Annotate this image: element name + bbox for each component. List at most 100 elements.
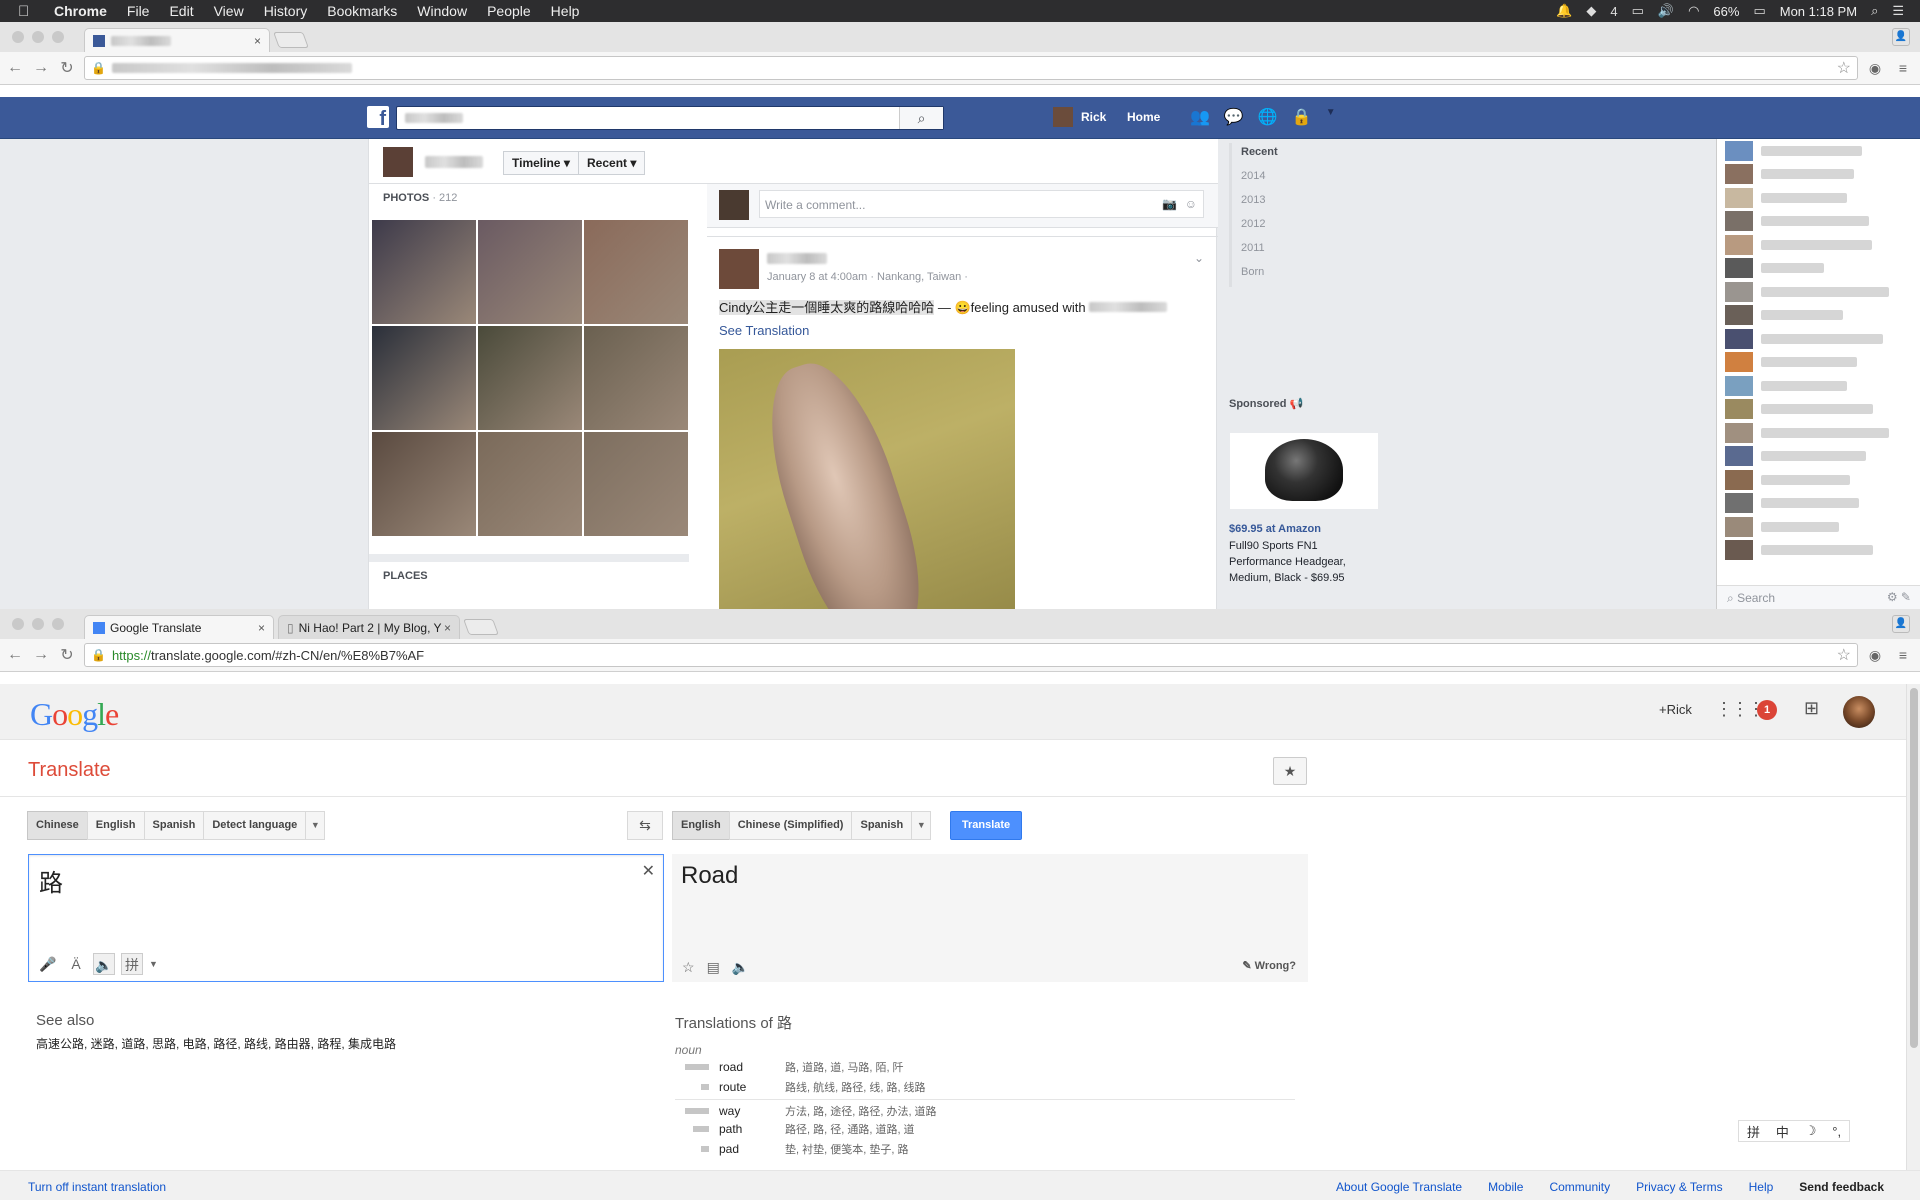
close-tab-icon[interactable]: ×	[444, 621, 451, 635]
close-window-button[interactable]	[12, 31, 24, 43]
translate-button[interactable]: Translate	[950, 811, 1022, 840]
chat-friend-row[interactable]	[1717, 163, 1920, 187]
share-plus-icon[interactable]: ⊞	[1804, 698, 1819, 719]
tab-facebook[interactable]: ×	[84, 28, 270, 52]
microphone-icon[interactable]: 🎤	[37, 953, 59, 975]
year-nav-item[interactable]: 2012	[1241, 215, 1278, 239]
ad-image[interactable]	[1229, 432, 1379, 510]
home-link[interactable]: Home	[1127, 110, 1160, 124]
photo-thumbnail[interactable]	[372, 432, 476, 536]
close-tab-icon[interactable]: ×	[254, 34, 261, 48]
phrasebook-icon[interactable]: ★	[1273, 757, 1307, 785]
chat-friend-row[interactable]	[1717, 351, 1920, 375]
reload-icon[interactable]: ↻	[56, 645, 78, 665]
chat-friend-row[interactable]	[1717, 374, 1920, 398]
chat-friend-row[interactable]	[1717, 445, 1920, 469]
facebook-search-input[interactable]: ⌕	[396, 106, 944, 130]
translation-synonyms[interactable]: 路线, 航线, 路径, 线, 路, 线路	[785, 1079, 926, 1095]
vertical-scrollbar[interactable]	[1906, 684, 1920, 1170]
chat-friend-row[interactable]	[1717, 257, 1920, 281]
bookmark-star-icon[interactable]: ☆	[1837, 645, 1851, 665]
post-meta[interactable]: January 8 at 4:00am · Nankang, Taiwan ·	[767, 271, 968, 283]
chat-friend-row[interactable]	[1717, 398, 1920, 422]
address-bar[interactable]: 🔒 https://translate.google.com/#zh-CN/en…	[84, 643, 1858, 667]
chat-friend-row[interactable]	[1717, 186, 1920, 210]
globe-notifications-icon[interactable]: 🌐	[1258, 107, 1278, 127]
footer-link-community[interactable]: Community	[1549, 1180, 1610, 1194]
wrong-feedback-button[interactable]: ✎ Wrong?	[1242, 959, 1296, 972]
footer-link-about[interactable]: About Google Translate	[1336, 1180, 1462, 1194]
ad-description[interactable]: Full90 Sports FN1 Performance Headgear, …	[1229, 538, 1359, 586]
translation-word[interactable]: road	[719, 1060, 785, 1074]
photo-thumbnail[interactable]	[372, 220, 476, 324]
extension-icon[interactable]: ◉	[1864, 60, 1886, 77]
profile-icon[interactable]: 👤	[1892, 28, 1910, 46]
translation-word[interactable]: path	[719, 1122, 785, 1136]
source-text-input[interactable]: 路 ✕ 🎤 Ä 🔈 拼 ▼	[28, 854, 664, 982]
source-text[interactable]: 路	[39, 863, 63, 898]
new-tab-button[interactable]	[273, 32, 309, 48]
emoji-icon[interactable]: ☺	[1185, 197, 1197, 211]
menu-window[interactable]: Window	[417, 3, 467, 19]
extension-icon[interactable]: ◉	[1864, 647, 1886, 664]
profile-icon[interactable]: 👤	[1892, 615, 1910, 633]
photo-thumbnail[interactable]	[372, 326, 476, 430]
source-lang-dropdown-chevron-icon[interactable]: ▼	[305, 811, 325, 840]
year-nav-item[interactable]: 2011	[1241, 239, 1278, 263]
camera-icon[interactable]: 📷	[1162, 197, 1177, 211]
photo-thumbnail[interactable]	[584, 432, 688, 536]
clear-source-icon[interactable]: ✕	[642, 861, 655, 881]
star-icon[interactable]: ☆	[682, 959, 695, 976]
timeline-dropdown-button[interactable]: Timeline ▾	[503, 151, 579, 175]
photo-thumbnail[interactable]	[478, 432, 582, 536]
year-nav-item[interactable]: Born	[1241, 263, 1278, 287]
photo-thumbnail[interactable]	[584, 326, 688, 430]
avatar[interactable]	[1843, 696, 1875, 728]
translation-word[interactable]: way	[719, 1104, 785, 1118]
messages-icon[interactable]: 💬	[1224, 107, 1244, 127]
header-profile-link[interactable]: Rick	[1053, 107, 1106, 127]
dropbox-icon[interactable]: ◆	[1586, 3, 1596, 19]
source-lang-english[interactable]: English	[87, 811, 145, 840]
tab-blog[interactable]: ▯ Ni Hao! Part 2 | My Blog, Y ×	[278, 615, 460, 639]
swap-languages-icon[interactable]: ⇆	[627, 811, 663, 840]
facebook-logo[interactable]: f	[367, 106, 389, 128]
source-lang-chinese[interactable]: Chinese	[27, 811, 88, 840]
comment-input[interactable]: Write a comment... 📷 ☺	[759, 190, 1204, 218]
chat-friend-row[interactable]	[1717, 468, 1920, 492]
post-options-chevron-icon[interactable]: ⌄	[1194, 251, 1204, 265]
chrome-menu-icon[interactable]: ≡	[1892, 60, 1914, 76]
see-also-list[interactable]: 高速公路, 迷路, 道路, 思路, 电路, 路径, 路线, 路由器, 路程, 集…	[36, 1035, 396, 1052]
source-lang-detect[interactable]: Detect language	[203, 811, 306, 840]
back-arrow-icon[interactable]: ←	[4, 646, 26, 664]
chat-friend-row[interactable]	[1717, 327, 1920, 351]
redacted-tagged-friend[interactable]	[1089, 302, 1167, 312]
footer-link-privacy[interactable]: Privacy & Terms	[1636, 1180, 1722, 1194]
zoom-window-button[interactable]	[52, 31, 64, 43]
photo-thumbnail[interactable]	[584, 220, 688, 324]
apps-grid-icon[interactable]: ⋮⋮⋮	[1715, 699, 1763, 720]
ime-toolbar-item[interactable]: ☽	[1805, 1123, 1817, 1139]
minimize-window-button[interactable]	[32, 31, 44, 43]
battery-icon[interactable]: ▭	[1753, 3, 1765, 19]
tab-google-translate[interactable]: Google Translate ×	[84, 615, 274, 639]
chat-friend-row[interactable]	[1717, 421, 1920, 445]
menu-bookmarks[interactable]: Bookmarks	[327, 3, 397, 19]
places-title[interactable]: PLACES	[369, 562, 689, 590]
recent-dropdown-button[interactable]: Recent ▾	[578, 151, 645, 175]
turn-off-instant-link[interactable]: Turn off instant translation	[28, 1180, 166, 1194]
privacy-shortcuts-icon[interactable]: 🔒	[1292, 107, 1312, 127]
target-lang-chinese-simplified[interactable]: Chinese (Simplified)	[729, 811, 853, 840]
chat-friend-row[interactable]	[1717, 304, 1920, 328]
ime-toolbar-item[interactable]: °,	[1832, 1124, 1841, 1139]
friend-requests-icon[interactable]: 👥	[1190, 107, 1210, 127]
volume-icon[interactable]: 🔊	[1658, 3, 1674, 19]
wifi-icon[interactable]: ◠	[1688, 3, 1699, 19]
apple-menu-icon[interactable]: 	[18, 3, 40, 20]
close-tab-icon[interactable]: ×	[258, 621, 265, 635]
menu-history[interactable]: History	[264, 3, 308, 19]
menu-file[interactable]: File	[127, 3, 150, 19]
notification-icon[interactable]: 🔔	[1556, 3, 1572, 19]
minimize-window-button[interactable]	[32, 618, 44, 630]
scrollbar-thumb[interactable]	[1910, 688, 1918, 1048]
